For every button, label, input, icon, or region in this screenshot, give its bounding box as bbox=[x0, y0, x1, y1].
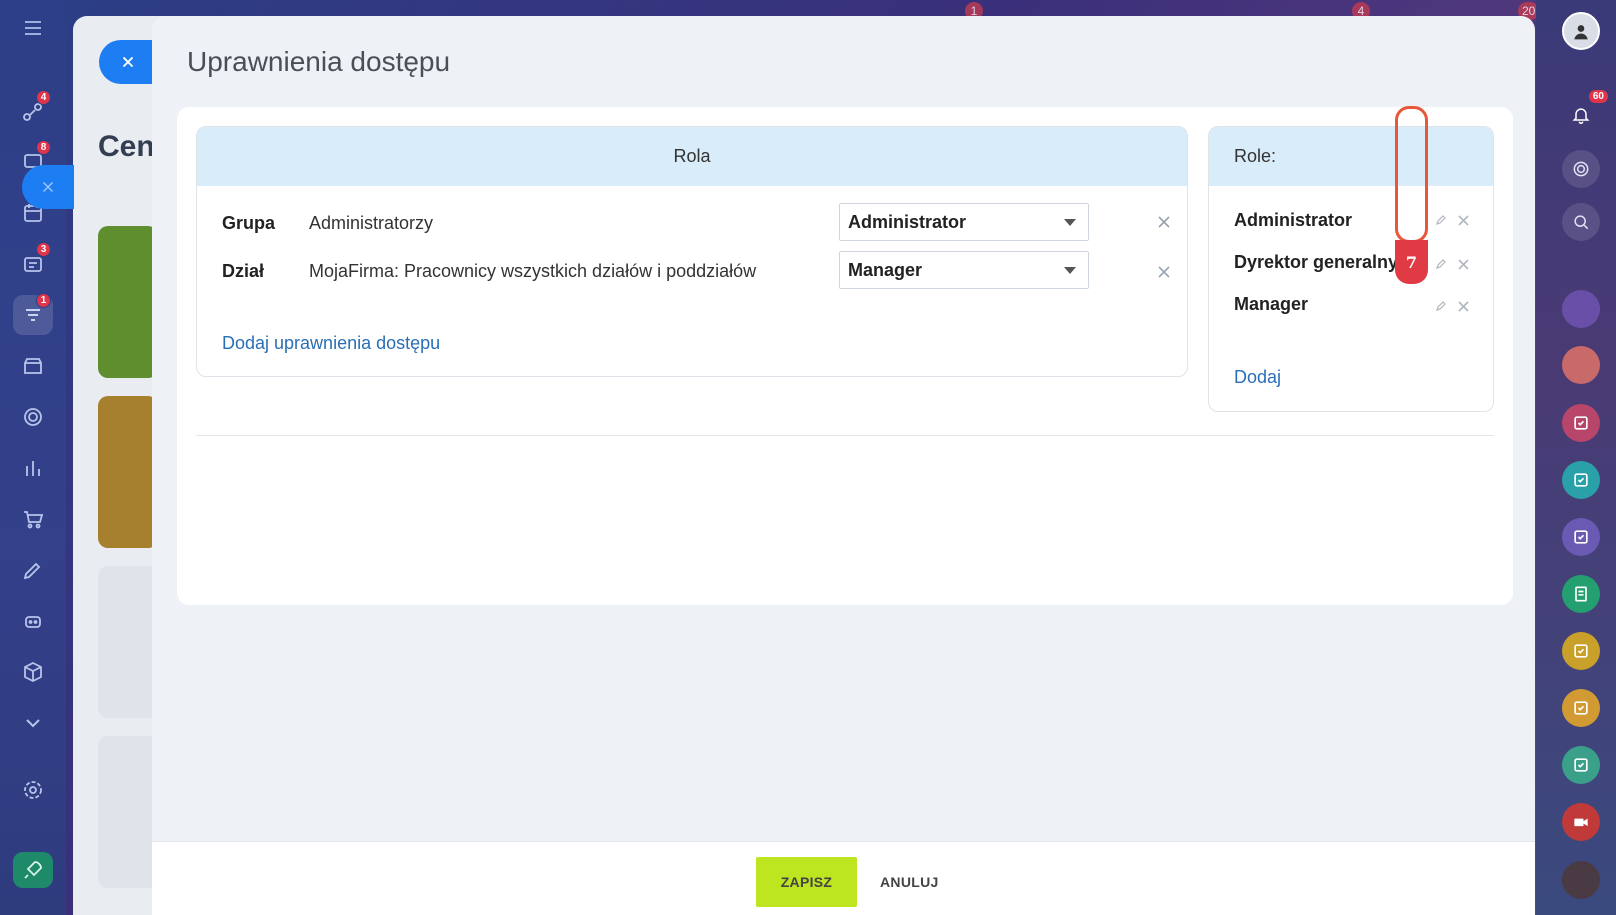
permission-type: Dział bbox=[222, 261, 265, 281]
background-card bbox=[98, 736, 158, 888]
sidebar-badge: 1 bbox=[36, 293, 51, 308]
roles-list-header: Role: bbox=[1209, 127, 1493, 186]
role-list-item[interactable]: Manager bbox=[1234, 294, 1308, 315]
close-icon bbox=[1158, 216, 1170, 228]
permission-row: Dział MojaFirma: Pracownicy wszystkich d… bbox=[197, 251, 1187, 291]
dropdown-caret-icon bbox=[1064, 219, 1076, 226]
content-box: Rola Grupa Administratorzy Administrator… bbox=[177, 107, 1513, 605]
sidebar-item-crm[interactable]: 1 bbox=[13, 293, 53, 335]
avatar[interactable] bbox=[1562, 290, 1600, 328]
edit-pencil-icon[interactable] bbox=[1433, 256, 1449, 272]
annotation-highlight bbox=[1395, 106, 1428, 243]
task-check-icon[interactable] bbox=[1562, 518, 1600, 556]
role-list-item[interactable]: Dyrektor generalny bbox=[1234, 252, 1398, 273]
notifications-badge: 60 bbox=[1588, 90, 1608, 103]
edit-pencil-icon[interactable] bbox=[1433, 212, 1449, 228]
page-title: Uprawnienia dostępu bbox=[187, 46, 451, 77]
delete-role-icon[interactable] bbox=[1455, 212, 1471, 228]
access-permissions-modal: Uprawnienia dostępu Rola Grupa Administr… bbox=[152, 16, 1535, 915]
role-select-value: Manager bbox=[848, 259, 923, 280]
role-list-item[interactable]: Administrator bbox=[1234, 210, 1352, 231]
chevron-down-icon[interactable] bbox=[13, 703, 53, 743]
close-icon bbox=[122, 56, 134, 68]
avatar[interactable] bbox=[1562, 346, 1600, 384]
task-check-icon[interactable] bbox=[1562, 746, 1600, 784]
task-check-icon[interactable] bbox=[1562, 632, 1600, 670]
background-page-title: Cen bbox=[98, 130, 155, 163]
role-assignment-header: Rola bbox=[197, 127, 1187, 186]
cancel-button[interactable]: ANULUJ bbox=[874, 857, 945, 907]
permission-type: Grupa bbox=[222, 213, 276, 233]
delete-role-icon[interactable] bbox=[1455, 298, 1471, 314]
sidebar-item-activity[interactable]: 4 bbox=[13, 90, 53, 132]
sidebar-badge: 4 bbox=[36, 90, 51, 105]
role-select[interactable]: Manager bbox=[839, 251, 1089, 289]
divider bbox=[196, 435, 1494, 436]
role-select[interactable]: Administrator bbox=[839, 203, 1089, 241]
avatar[interactable] bbox=[1562, 861, 1600, 899]
background-card bbox=[98, 566, 158, 718]
modal-footer: ZAPISZ ANULUJ bbox=[152, 841, 1535, 915]
task-check-icon[interactable] bbox=[1562, 461, 1600, 499]
permission-subject: MojaFirma: Pracownicy wszystkich działów… bbox=[309, 261, 757, 281]
sidebar-item-contacts[interactable]: 3 bbox=[13, 242, 53, 284]
sidebar-item-goals[interactable] bbox=[13, 397, 53, 437]
sidebar-item-analytics[interactable] bbox=[13, 448, 53, 488]
role-select-value: Administrator bbox=[848, 211, 967, 232]
video-camera-icon[interactable] bbox=[1562, 803, 1600, 841]
sidebar-item-bots[interactable] bbox=[13, 601, 53, 641]
task-check-icon[interactable] bbox=[1562, 689, 1600, 727]
notifications-bell-icon[interactable]: 60 bbox=[1562, 90, 1608, 134]
annotation-step-badge: 7 bbox=[1395, 240, 1428, 284]
menu-icon[interactable] bbox=[13, 8, 53, 48]
remove-permission-button[interactable] bbox=[1155, 213, 1173, 231]
document-icon[interactable] bbox=[1562, 575, 1600, 613]
sidebar-badge: 8 bbox=[36, 140, 51, 155]
permission-row: Grupa Administratorzy Administrator bbox=[197, 203, 1187, 243]
target-icon[interactable] bbox=[1562, 150, 1600, 188]
slider-close-button[interactable] bbox=[99, 40, 159, 84]
sidebar-item-store[interactable] bbox=[13, 346, 53, 386]
sidebar-badge: 3 bbox=[36, 242, 51, 257]
add-role-link[interactable]: Dodaj bbox=[1234, 367, 1281, 388]
sidebar-item-sign[interactable] bbox=[13, 550, 53, 590]
close-icon bbox=[42, 181, 54, 193]
settings-gear-icon[interactable] bbox=[13, 770, 53, 810]
save-button[interactable]: ZAPISZ bbox=[756, 857, 857, 907]
background-card bbox=[98, 396, 158, 548]
edit-pencil-icon[interactable] bbox=[1433, 298, 1449, 314]
role-assignment-panel: Rola Grupa Administratorzy Administrator… bbox=[196, 126, 1188, 377]
remove-permission-button[interactable] bbox=[1155, 263, 1173, 281]
close-icon bbox=[1158, 266, 1170, 278]
avatar[interactable] bbox=[1562, 12, 1600, 50]
permission-subject: Administratorzy bbox=[309, 213, 434, 233]
dropdown-caret-icon bbox=[1064, 267, 1076, 274]
rocket-icon[interactable] bbox=[13, 852, 53, 888]
background-close-button[interactable] bbox=[22, 165, 74, 209]
sidebar-item-inventory[interactable] bbox=[13, 652, 53, 692]
background-card bbox=[98, 226, 158, 378]
sidebar-item-shop[interactable] bbox=[13, 499, 53, 539]
left-sidebar: 4 8 3 1 bbox=[0, 0, 66, 915]
search-refresh-icon[interactable] bbox=[1562, 203, 1600, 241]
task-check-icon[interactable] bbox=[1562, 404, 1600, 442]
roles-list-panel: Role: Administrator Dyrektor generalny M… bbox=[1208, 126, 1494, 412]
delete-role-icon[interactable] bbox=[1455, 256, 1471, 272]
add-permission-link[interactable]: Dodaj uprawnienia dostępu bbox=[222, 333, 440, 354]
